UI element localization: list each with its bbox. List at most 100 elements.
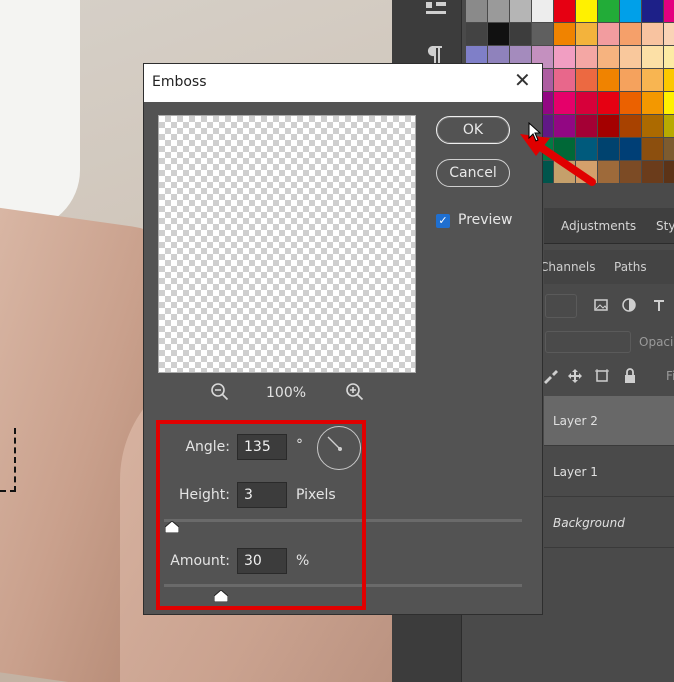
- color-swatch[interactable]: [642, 161, 663, 183]
- tab-channels[interactable]: Channels: [540, 260, 596, 274]
- color-swatch[interactable]: [620, 92, 641, 114]
- color-swatch[interactable]: [620, 69, 641, 91]
- color-swatch[interactable]: [598, 23, 619, 45]
- color-swatch[interactable]: [598, 92, 619, 114]
- cancel-button[interactable]: Cancel: [436, 159, 510, 187]
- color-swatch[interactable]: [576, 161, 597, 183]
- color-swatch[interactable]: [642, 46, 663, 68]
- tab-paths[interactable]: Paths: [614, 260, 647, 274]
- layer-row-layer-1[interactable]: Layer 1: [544, 447, 674, 497]
- dialog-title: Emboss: [152, 74, 207, 90]
- color-swatch[interactable]: [620, 161, 641, 183]
- color-swatch[interactable]: [554, 138, 575, 160]
- color-swatch[interactable]: [642, 0, 663, 22]
- color-swatch[interactable]: [642, 138, 663, 160]
- angle-input[interactable]: 135: [237, 434, 287, 460]
- color-swatch[interactable]: [576, 69, 597, 91]
- color-swatch[interactable]: [642, 92, 663, 114]
- color-swatch[interactable]: [598, 161, 619, 183]
- tab-adjustments[interactable]: Adjustments: [561, 219, 636, 233]
- color-swatch[interactable]: [532, 23, 553, 45]
- color-swatch[interactable]: [620, 0, 641, 22]
- color-swatch[interactable]: [598, 46, 619, 68]
- color-swatch[interactable]: [664, 138, 674, 160]
- angle-dial[interactable]: [317, 426, 361, 470]
- tool-icon-top[interactable]: [422, 0, 450, 20]
- height-unit: Pixels: [296, 487, 336, 503]
- color-swatch[interactable]: [664, 161, 674, 183]
- lock-all-icon[interactable]: [623, 368, 637, 384]
- color-swatch[interactable]: [598, 69, 619, 91]
- layer-row-background[interactable]: Background: [544, 498, 674, 548]
- amount-unit: %: [296, 553, 310, 569]
- color-swatch[interactable]: [576, 46, 597, 68]
- color-swatch[interactable]: [554, 92, 575, 114]
- color-swatch[interactable]: [620, 138, 641, 160]
- amount-input[interactable]: 30: [237, 548, 287, 574]
- color-swatch[interactable]: [598, 115, 619, 137]
- layer-row-layer-2[interactable]: Layer 2: [544, 396, 674, 446]
- color-swatch[interactable]: [642, 69, 663, 91]
- brush-lock-icon[interactable]: [542, 368, 558, 384]
- color-swatch[interactable]: [554, 161, 575, 183]
- color-swatch[interactable]: [488, 23, 509, 45]
- emboss-dialog: Emboss ✕ 100% OK Cancel ✓ Preview Angle:…: [143, 63, 543, 615]
- color-swatch[interactable]: [532, 0, 553, 22]
- color-swatch[interactable]: [554, 69, 575, 91]
- color-swatch[interactable]: [664, 115, 674, 137]
- color-swatch[interactable]: [620, 46, 641, 68]
- height-label: Height:: [179, 487, 230, 503]
- color-swatch[interactable]: [554, 46, 575, 68]
- color-swatch[interactable]: [664, 0, 674, 22]
- amount-slider-thumb[interactable]: [214, 590, 228, 602]
- blend-mode-dropdown[interactable]: [545, 331, 631, 353]
- adjustment-filter-icon[interactable]: [622, 298, 636, 312]
- color-swatch[interactable]: [554, 115, 575, 137]
- color-swatch[interactable]: [598, 138, 619, 160]
- color-swatch[interactable]: [620, 23, 641, 45]
- color-swatch[interactable]: [466, 23, 487, 45]
- color-swatch[interactable]: [554, 0, 575, 22]
- angle-dial-needle: [327, 436, 342, 451]
- tab-styles[interactable]: Sty: [656, 219, 674, 233]
- angle-unit: °: [296, 437, 303, 453]
- color-swatch[interactable]: [642, 115, 663, 137]
- color-swatch[interactable]: [576, 92, 597, 114]
- color-swatch[interactable]: [510, 23, 531, 45]
- height-input[interactable]: 3: [237, 482, 287, 508]
- color-swatch[interactable]: [664, 46, 674, 68]
- angle-label: Angle:: [185, 439, 230, 455]
- color-swatch[interactable]: [598, 0, 619, 22]
- zoom-out-icon[interactable]: [210, 382, 230, 402]
- color-swatch[interactable]: [664, 69, 674, 91]
- ok-button[interactable]: OK: [436, 116, 510, 144]
- amount-slider-track[interactable]: [164, 584, 522, 587]
- artboard-lock-icon[interactable]: [594, 368, 610, 384]
- filter-preview[interactable]: [158, 115, 416, 373]
- color-swatch[interactable]: [510, 0, 531, 22]
- image-filter-icon[interactable]: [594, 298, 608, 312]
- move-lock-icon[interactable]: [567, 368, 583, 384]
- type-filter-icon[interactable]: [652, 298, 666, 312]
- color-swatch[interactable]: [488, 0, 509, 22]
- amount-label: Amount:: [170, 553, 230, 569]
- color-swatch[interactable]: [620, 115, 641, 137]
- close-icon[interactable]: ✕: [514, 70, 531, 90]
- height-slider-thumb[interactable]: [165, 521, 179, 533]
- color-swatch[interactable]: [576, 138, 597, 160]
- preview-label: Preview: [458, 212, 513, 228]
- preview-checkbox[interactable]: ✓: [436, 214, 450, 228]
- color-swatch[interactable]: [642, 23, 663, 45]
- color-swatch[interactable]: [576, 0, 597, 22]
- height-slider-track[interactable]: [164, 519, 522, 522]
- color-swatch[interactable]: [554, 23, 575, 45]
- color-swatch[interactable]: [664, 92, 674, 114]
- color-swatch[interactable]: [576, 115, 597, 137]
- zoom-in-icon[interactable]: [345, 382, 365, 402]
- color-swatch[interactable]: [664, 23, 674, 45]
- filter-kind-dropdown[interactable]: [545, 294, 577, 318]
- color-swatch[interactable]: [466, 0, 487, 22]
- fill-label: Fi: [666, 369, 674, 383]
- color-swatch[interactable]: [576, 23, 597, 45]
- dialog-titlebar: Emboss ✕: [144, 64, 542, 102]
